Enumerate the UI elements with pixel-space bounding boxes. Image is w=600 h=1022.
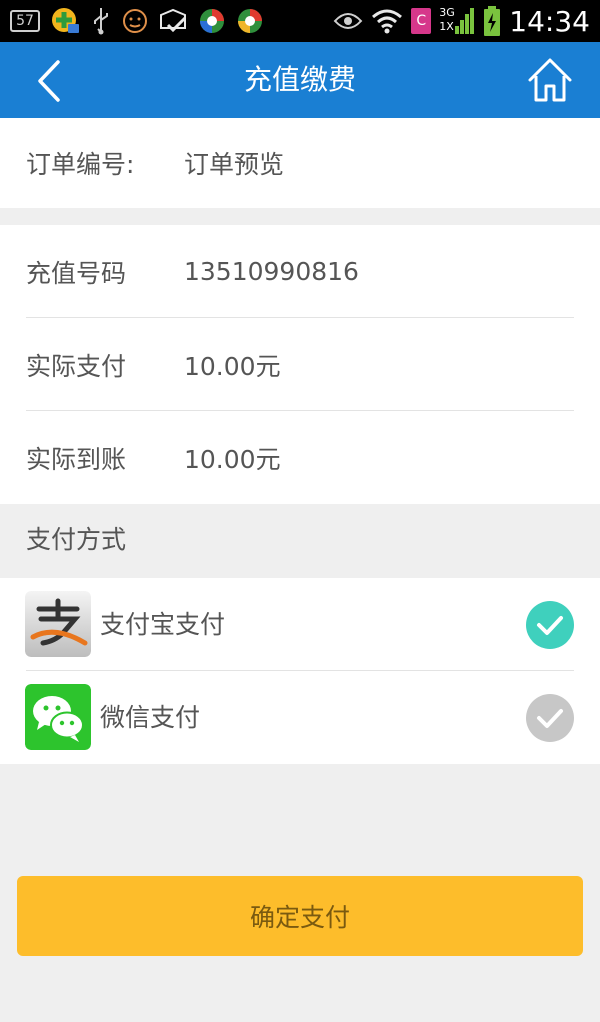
detail-label: 实际支付 [26, 351, 127, 381]
details-section: 充值号码 13510990816 实际支付 10.00元 实际到账 10.00元 [0, 225, 600, 504]
detail-label: 实际到账 [26, 444, 127, 474]
payment-method-heading: 支付方式 [26, 525, 127, 554]
selected-check-icon[interactable] [526, 601, 574, 649]
detail-value: 10.00元 [184, 444, 281, 474]
notification-count-badge: 57 [10, 10, 40, 32]
network-type-3g: 3G [439, 6, 455, 19]
order-number-label: 订单编号: [26, 150, 135, 179]
message-check-icon [160, 8, 187, 33]
network-type-1x: 1X [439, 20, 454, 33]
app-header: 充值缴费 [0, 42, 600, 118]
detail-row-actual-pay: 实际支付 10.00元 [0, 318, 600, 411]
detail-value: 10.00元 [184, 351, 281, 381]
payment-option-alipay[interactable]: 支付宝支付 [0, 578, 600, 671]
detail-row-actual-received: 实际到账 10.00元 [0, 411, 600, 504]
detail-row-phone: 充值号码 13510990816 [0, 225, 600, 318]
payment-option-label: 支付宝支付 [100, 610, 226, 639]
browser-icon [200, 9, 224, 33]
confirm-payment-button[interactable]: 确定支付 [17, 876, 583, 956]
alipay-icon [25, 591, 91, 657]
status-bar-system: C 3G 1X 14:34 [333, 4, 590, 38]
wifi-icon [372, 9, 403, 34]
detail-label: 充值号码 [26, 258, 127, 288]
clock: 14:34 [509, 4, 590, 38]
usb-icon [94, 8, 108, 35]
payment-option-label: 微信支付 [100, 703, 201, 732]
signal-icon [455, 8, 475, 34]
face-icon [123, 9, 147, 33]
wechat-icon [25, 684, 91, 750]
payment-option-wechat[interactable]: 微信支付 [0, 671, 600, 764]
order-section: 订单编号: 订单预览 [0, 118, 600, 208]
battery-charging-icon [484, 6, 501, 36]
status-bar-notifications: 57 [10, 6, 264, 36]
network-indicator: 3G 1X [439, 6, 475, 36]
order-number-value: 订单预览 [184, 150, 285, 179]
back-button[interactable] [30, 58, 70, 104]
eye-icon [333, 13, 363, 29]
chevron-left-icon [38, 60, 60, 102]
payment-methods-section: 支付宝支付 微信支付 [0, 578, 600, 764]
home-button[interactable] [526, 56, 574, 104]
detail-value: 13510990816 [184, 257, 359, 286]
order-row: 订单编号: 订单预览 [0, 118, 600, 208]
home-icon [528, 58, 572, 102]
c-app-icon: C [411, 8, 432, 34]
unselected-check-icon[interactable] [526, 694, 574, 742]
page-title: 充值缴费 [243, 63, 356, 96]
status-bar: 57 C 3G 1X 14:34 [0, 0, 600, 42]
browser-icon-2 [238, 9, 262, 33]
app-notification-icon [52, 8, 79, 33]
